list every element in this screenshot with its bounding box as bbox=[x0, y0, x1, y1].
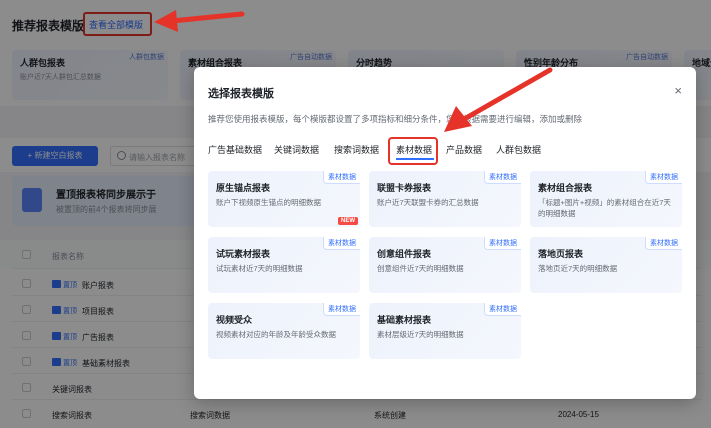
template-option-card[interactable]: 创意组件报表 创意组件近7天的明细数据 素材数据 bbox=[369, 237, 521, 293]
card-tag: 素材数据 bbox=[484, 237, 521, 250]
card-title: 联盟卡券报表 bbox=[377, 183, 432, 193]
template-option-card[interactable]: 素材组合报表 「标题+图片+视频」的素材组合在近7天的明细数据 素材数据 bbox=[530, 171, 682, 227]
template-option-card[interactable]: 视频受众 视频素材对应的年龄及年龄受众数据 素材数据 bbox=[208, 303, 360, 359]
card-tag: 素材数据 bbox=[323, 171, 360, 184]
tab-ad-basic[interactable]: 广告基础数据 bbox=[208, 143, 262, 156]
new-badge: NEW bbox=[338, 217, 358, 225]
card-description: 视频素材对应的年龄及年龄受众数据 bbox=[216, 330, 336, 339]
dialog-title: 选择报表模版 bbox=[208, 88, 274, 100]
card-tag: 素材数据 bbox=[484, 303, 521, 316]
template-option-card[interactable]: 联盟卡券报表 账户近7天联盟卡券的汇总数据 素材数据 bbox=[369, 171, 521, 227]
card-description: 创意组件近7天的明细数据 bbox=[377, 264, 464, 273]
card-tag: 素材数据 bbox=[323, 237, 360, 250]
card-tag: 素材数据 bbox=[645, 237, 682, 250]
card-description: 落地页近7天的明细数据 bbox=[538, 264, 618, 273]
card-description: 素材层级近7天的明细数据 bbox=[377, 330, 464, 339]
card-title: 视频受众 bbox=[216, 315, 253, 325]
card-title: 创意组件报表 bbox=[377, 249, 432, 259]
annotation-arrow-icon bbox=[444, 67, 553, 132]
card-tag: 素材数据 bbox=[323, 303, 360, 316]
tab-product[interactable]: 产品数据 bbox=[446, 143, 482, 156]
card-title: 素材组合报表 bbox=[538, 183, 593, 193]
card-description: 账户近7天联盟卡券的汇总数据 bbox=[377, 198, 479, 207]
tab-keyword[interactable]: 关键词数据 bbox=[274, 143, 319, 156]
card-title: 试玩素材报表 bbox=[216, 249, 271, 259]
card-description: 试玩素材近7天的明细数据 bbox=[216, 264, 303, 273]
card-description: 账户下视频原生锚点的明细数据 bbox=[216, 198, 321, 207]
template-option-card[interactable]: 试玩素材报表 试玩素材近7天的明细数据 素材数据 bbox=[208, 237, 360, 293]
card-tag: 素材数据 bbox=[645, 171, 682, 184]
template-option-card[interactable]: 基础素材报表 素材层级近7天的明细数据 素材数据 bbox=[369, 303, 521, 359]
card-title: 原生锚点报表 bbox=[216, 183, 271, 193]
tab-audience[interactable]: 人群包数据 bbox=[496, 143, 541, 156]
template-option-card[interactable]: 落地页报表 落地页近7天的明细数据 素材数据 bbox=[530, 237, 682, 293]
card-title: 基础素材报表 bbox=[377, 315, 432, 325]
tab-search-term[interactable]: 搜索词数据 bbox=[334, 143, 379, 156]
annotation-arrow-icon bbox=[154, 10, 245, 32]
card-tag: 素材数据 bbox=[484, 171, 521, 184]
card-title: 落地页报表 bbox=[538, 249, 584, 259]
template-option-card[interactable]: 原生锚点报表 账户下视频原生锚点的明细数据 素材数据 NEW bbox=[208, 171, 360, 227]
close-icon[interactable]: × bbox=[674, 84, 682, 97]
annotation-highlight-box bbox=[388, 137, 438, 165]
card-description: 「标题+图片+视频」的素材组合在近7天的明细数据 bbox=[538, 198, 671, 218]
